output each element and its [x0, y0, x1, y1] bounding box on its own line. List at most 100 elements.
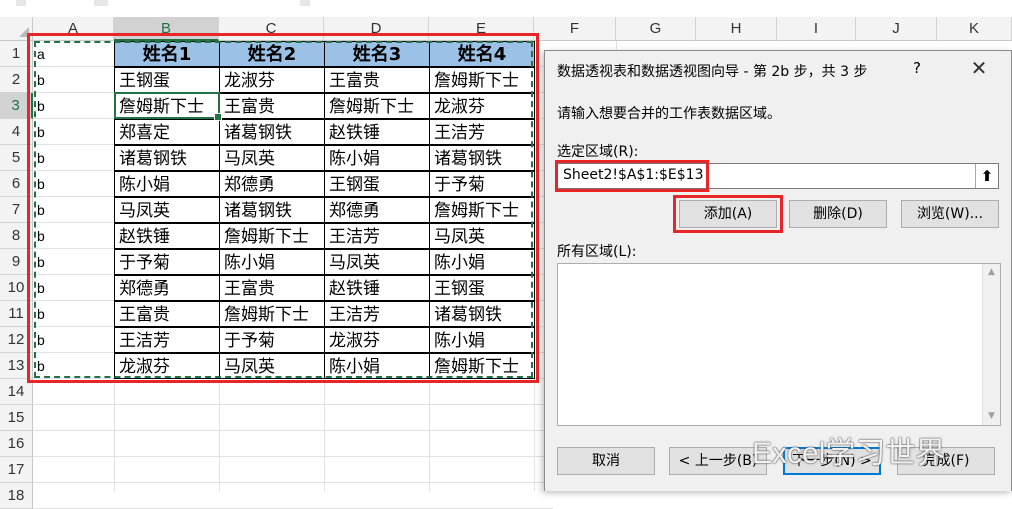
scroll-down-icon[interactable]: ▼	[983, 408, 1000, 425]
cell-a9[interactable]: b	[33, 249, 114, 275]
add-button[interactable]: 添加(A)	[679, 200, 777, 228]
table-cell[interactable]: 郑喜定	[114, 119, 220, 145]
collapse-dialog-icon[interactable]: ⬆	[975, 164, 998, 188]
table-cell[interactable]: 龙淑芬	[219, 67, 325, 93]
table-cell[interactable]: 王洁芳	[324, 223, 430, 249]
table-cell[interactable]: 陈小娟	[324, 145, 430, 171]
column-header-a[interactable]: A	[33, 17, 114, 41]
row-header-9[interactable]: 9	[0, 249, 33, 275]
row-header-3[interactable]: 3	[0, 93, 33, 119]
column-header-k[interactable]: K	[937, 17, 1012, 41]
table-cell[interactable]: 马凤英	[429, 223, 535, 249]
cell-a2[interactable]: b	[33, 67, 114, 93]
cell-a1[interactable]: a	[33, 41, 114, 67]
scroll-up-icon[interactable]: ▲	[983, 264, 1000, 281]
column-header-d[interactable]: D	[324, 17, 429, 41]
table-cell[interactable]: 詹姆斯下士	[429, 197, 535, 223]
select-all-corner[interactable]	[0, 17, 33, 41]
table-cell[interactable]: 詹姆斯下士	[219, 223, 325, 249]
table-cell[interactable]: 王钢蛋	[324, 171, 430, 197]
table-cell[interactable]: 马凤英	[324, 249, 430, 275]
row-header-18[interactable]: 18	[0, 483, 33, 509]
cell-a4[interactable]: b	[33, 119, 114, 145]
cell-a12[interactable]: b	[33, 327, 114, 353]
row-header-13[interactable]: 13	[0, 353, 33, 379]
delete-button[interactable]: 删除(D)	[789, 200, 887, 228]
table-cell[interactable]: 赵铁锤	[114, 223, 220, 249]
header-cell-4[interactable]: 姓名4	[429, 41, 535, 67]
table-cell[interactable]: 诸葛钢铁	[219, 197, 325, 223]
column-header-f[interactable]: F	[534, 17, 616, 41]
table-cell[interactable]: 王富贵	[114, 301, 220, 327]
table-cell[interactable]: 陈小娟	[324, 353, 430, 379]
table-cell[interactable]: 王富贵	[219, 275, 325, 301]
table-cell[interactable]: 王洁芳	[114, 327, 220, 353]
table-cell[interactable]: 陈小娟	[429, 327, 535, 353]
cancel-button[interactable]: 取消	[557, 447, 655, 475]
table-cell[interactable]: 王富贵	[324, 67, 430, 93]
table-cell[interactable]: 詹姆斯下士	[429, 67, 535, 93]
cell-a7[interactable]: b	[33, 197, 114, 223]
table-cell[interactable]: 马凤英	[219, 145, 325, 171]
row-header-5[interactable]: 5	[0, 145, 33, 171]
row-header-16[interactable]: 16	[0, 431, 33, 457]
cell-a10[interactable]: b	[33, 275, 114, 301]
table-cell[interactable]: 王富贵	[219, 93, 325, 119]
cell-a11[interactable]: b	[33, 301, 114, 327]
table-cell[interactable]: 陈小娟	[429, 249, 535, 275]
table-cell[interactable]: 王钢蛋	[429, 275, 535, 301]
table-cell[interactable]: 王洁芳	[429, 119, 535, 145]
table-cell[interactable]: 王洁芳	[324, 301, 430, 327]
row-header-17[interactable]: 17	[0, 457, 33, 483]
column-header-i[interactable]: I	[777, 17, 856, 41]
table-cell[interactable]: 龙淑芬	[114, 353, 220, 379]
table-cell[interactable]: 赵铁锤	[324, 119, 430, 145]
cell-a6[interactable]: b	[33, 171, 114, 197]
table-cell[interactable]: 詹姆斯下士	[324, 93, 430, 119]
row-header-4[interactable]: 4	[0, 119, 33, 145]
cell-a3[interactable]: b	[33, 93, 114, 119]
table-cell[interactable]: 詹姆斯下士	[114, 93, 220, 119]
row-header-6[interactable]: 6	[0, 171, 33, 197]
row-header-8[interactable]: 8	[0, 223, 33, 249]
column-header-j[interactable]: J	[856, 17, 937, 41]
table-cell[interactable]: 詹姆斯下士	[429, 353, 535, 379]
table-cell[interactable]: 詹姆斯下士	[219, 301, 325, 327]
table-cell[interactable]: 于予菊	[429, 171, 535, 197]
table-cell[interactable]: 于予菊	[219, 327, 325, 353]
list-scrollbar[interactable]: ▲ ▼	[982, 264, 1000, 425]
table-cell[interactable]: 龙淑芬	[429, 93, 535, 119]
row-header-15[interactable]: 15	[0, 405, 33, 431]
row-header-12[interactable]: 12	[0, 327, 33, 353]
close-icon[interactable]: ✕	[967, 56, 991, 80]
row-header-10[interactable]: 10	[0, 275, 33, 301]
cell-a8[interactable]: b	[33, 223, 114, 249]
row-header-7[interactable]: 7	[0, 197, 33, 223]
column-header-g[interactable]: G	[616, 17, 696, 41]
table-cell[interactable]: 陈小娟	[219, 249, 325, 275]
table-cell[interactable]: 郑德勇	[219, 171, 325, 197]
table-cell[interactable]: 赵铁锤	[324, 275, 430, 301]
row-header-14[interactable]: 14	[0, 379, 33, 405]
table-cell[interactable]: 诸葛钢铁	[429, 145, 535, 171]
table-cell[interactable]: 诸葛钢铁	[219, 119, 325, 145]
cell-a5[interactable]: b	[33, 145, 114, 171]
table-cell[interactable]: 诸葛钢铁	[429, 301, 535, 327]
browse-button[interactable]: 浏览(W)...	[901, 200, 999, 228]
column-header-e[interactable]: E	[429, 17, 534, 41]
range-input[interactable]: Sheet2!$A$1:$E$13 ⬆	[557, 163, 999, 189]
header-cell-2[interactable]: 姓名2	[219, 41, 325, 67]
cell-a13[interactable]: b	[33, 353, 114, 379]
table-cell[interactable]: 马凤英	[219, 353, 325, 379]
all-ranges-list[interactable]: ▲ ▼	[557, 263, 1001, 426]
header-cell-1[interactable]: 姓名1	[114, 41, 220, 67]
column-header-b[interactable]: B	[114, 17, 219, 41]
column-header-h[interactable]: H	[696, 17, 777, 41]
table-cell[interactable]: 马凤英	[114, 197, 220, 223]
row-header-11[interactable]: 11	[0, 301, 33, 327]
table-cell[interactable]: 郑德勇	[324, 197, 430, 223]
row-header-1[interactable]: 1	[0, 41, 33, 67]
header-cell-3[interactable]: 姓名3	[324, 41, 430, 67]
row-header-2[interactable]: 2	[0, 67, 33, 93]
table-cell[interactable]: 郑德勇	[114, 275, 220, 301]
